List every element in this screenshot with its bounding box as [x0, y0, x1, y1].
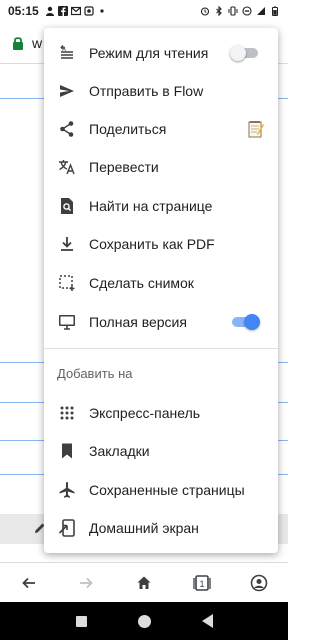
menu-item-label: Домашний экран — [89, 520, 199, 536]
menu-item-label: Сохраненные страницы — [89, 482, 245, 498]
forward-button[interactable] — [66, 563, 106, 603]
speed-dial-icon — [58, 404, 76, 422]
account-icon — [250, 574, 268, 591]
menu-item-snapshot[interactable]: Сделать снимок — [44, 264, 278, 302]
reader-mode-toggle[interactable] — [230, 45, 258, 61]
menu-item-find-in-page[interactable]: Найти на странице — [44, 187, 278, 225]
alarm-icon — [200, 7, 210, 16]
menu-item-send-to-flow[interactable]: Отправить в Flow — [44, 72, 278, 110]
menu-item-label: Перевести — [89, 159, 159, 175]
desktop-icon — [58, 313, 76, 331]
menu-item-label: Отправить в Flow — [89, 83, 204, 99]
system-icons — [200, 6, 280, 16]
airplane-icon — [58, 481, 76, 499]
send-icon — [58, 82, 76, 100]
system-nav-bar — [0, 602, 288, 640]
section-header: Добавить на — [57, 366, 133, 381]
menu-divider — [44, 348, 278, 349]
find-in-page-icon — [58, 197, 76, 215]
menu-item-home-screen[interactable]: Домашний экран — [44, 509, 278, 547]
reader-mode-icon: A — [58, 44, 76, 62]
menu-item-share[interactable]: Поделиться — [44, 110, 278, 148]
home-button[interactable] — [124, 563, 164, 603]
tab-count: 1 — [199, 579, 204, 589]
notepad-icon[interactable] — [248, 120, 264, 138]
menu-item-saved-pages[interactable]: Сохраненные страницы — [44, 471, 278, 509]
back-button[interactable] — [9, 563, 49, 603]
bluetooth-icon — [216, 6, 222, 16]
arrow-left-icon — [22, 577, 35, 588]
download-icon — [58, 235, 76, 253]
overflow-menu: A Режим для чтения Отправить в Flow Поде… — [44, 28, 278, 553]
menu-item-bookmarks[interactable]: Закладки — [44, 432, 278, 470]
bottom-toolbar: 1 — [0, 562, 288, 602]
menu-item-label: Закладки — [89, 443, 150, 459]
menu-item-label: Полная версия — [89, 314, 187, 330]
notification-icons — [45, 6, 107, 16]
menu-item-reader-mode[interactable]: A Режим для чтения — [44, 34, 278, 72]
dot-icon — [100, 9, 104, 13]
menu-item-label: Сделать снимок — [89, 275, 194, 291]
recents-button[interactable] — [75, 615, 87, 627]
menu-item-desktop-version[interactable]: Полная версия — [44, 303, 278, 341]
bookmark-icon — [58, 442, 76, 460]
menu-item-label: Сохранить как PDF — [89, 236, 215, 252]
menu-item-label: Найти на странице — [89, 198, 213, 214]
translate-icon — [58, 158, 76, 176]
app-icon — [84, 6, 94, 16]
share-icon — [58, 120, 76, 138]
menu-item-label: Режим для чтения — [89, 45, 209, 61]
desktop-version-toggle[interactable] — [232, 314, 260, 330]
status-bar: 05:15 — [0, 0, 288, 22]
lock-icon — [13, 36, 23, 50]
account-button[interactable] — [239, 563, 279, 603]
menu-item-label: Экспресс-панель — [89, 405, 201, 421]
person-icon — [45, 6, 54, 16]
tabs-button[interactable]: 1 — [182, 563, 222, 603]
status-time: 05:15 — [8, 4, 39, 18]
add-to-home-icon — [58, 519, 76, 537]
menu-item-speed-dial[interactable]: Экспресс-панель — [44, 394, 278, 432]
dnd-icon — [242, 6, 252, 16]
gmail-icon — [70, 6, 81, 16]
menu-item-label: Поделиться — [89, 121, 167, 137]
menu-item-save-pdf[interactable]: Сохранить как PDF — [44, 225, 278, 263]
home-icon — [137, 576, 151, 589]
home-nav-button[interactable] — [137, 614, 151, 628]
battery-icon — [272, 6, 278, 16]
screenshot-icon — [58, 274, 76, 292]
tabs-icon: 1 — [192, 574, 211, 591]
url-text: w — [32, 34, 43, 51]
arrow-right-icon — [80, 577, 94, 588]
svg-text:A: A — [62, 47, 66, 53]
signal-icon — [257, 7, 265, 15]
back-nav-button[interactable] — [201, 614, 213, 628]
facebook-icon — [57, 6, 68, 16]
vibrate-icon — [228, 6, 238, 16]
menu-item-translate[interactable]: Перевести — [44, 148, 278, 186]
